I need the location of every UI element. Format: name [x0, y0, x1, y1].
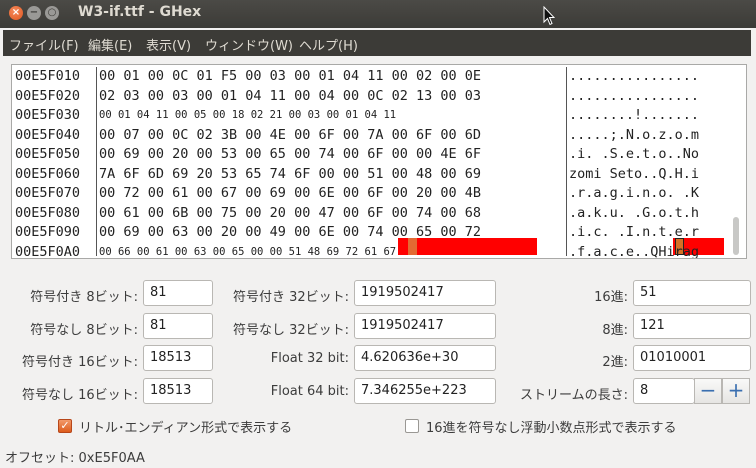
unsigned-32bit-field[interactable]: 1919502417 — [354, 313, 496, 339]
signed-32bit-field[interactable]: 1919502417 — [354, 280, 496, 306]
ascii-row[interactable]: ................ — [567, 67, 727, 87]
octal-label: 8進: — [602, 323, 628, 338]
unsigned-8bit-field[interactable]: 81 — [143, 313, 213, 339]
unsigned-8bit-label: 符号なし 8ビット: — [30, 323, 138, 338]
ascii-row[interactable]: .a.k.u. .G.o.t.h — [567, 204, 727, 224]
hex-row[interactable]: 00 07 00 0C 02 3B 00 4E 00 6F 00 7A 00 6… — [97, 126, 566, 146]
unsigned-32bit-label: 符号なし 32ビット: — [232, 323, 349, 338]
hex-row[interactable]: 7A 6F 6D 69 20 53 65 74 6F 00 00 51 00 4… — [97, 165, 566, 185]
offset-cell: 00E5F090 — [15, 224, 81, 240]
ascii-row[interactable]: zomi Seto..Q.H.i — [567, 165, 727, 185]
unsigned-16bit-field[interactable]: 18513 — [143, 378, 213, 404]
hex-label: 16進: — [594, 290, 628, 305]
offset-cell: 00E5F080 — [15, 204, 81, 221]
ascii-row[interactable]: ........!....... — [567, 106, 727, 126]
stream-length-label: ストリームの長さ: — [520, 388, 628, 403]
ascii-row[interactable]: ................ — [567, 87, 727, 107]
unsigned-hex-float-label[interactable]: 16進を符号なし浮動小数点形式で表示する — [426, 417, 677, 436]
stream-length-field[interactable]: 8 — [633, 378, 695, 404]
hex-row[interactable]: 00 69 00 20 00 53 00 65 00 74 00 6F 00 0… — [97, 145, 566, 165]
offset-cell: 00E5F010 — [15, 68, 81, 84]
ascii-column[interactable]: ................ ................ ......… — [567, 67, 727, 258]
hex-row[interactable]: 00 01 00 0C 01 F5 00 03 00 01 04 11 00 0… — [97, 67, 566, 87]
octal-field[interactable]: 121 — [633, 313, 751, 339]
menu-file[interactable]: ファイル(F) — [9, 35, 79, 54]
little-endian-checkbox[interactable]: ✓ — [58, 419, 72, 433]
hex-row[interactable]: 02 03 00 03 00 01 04 11 00 04 00 0C 02 1… — [97, 87, 566, 107]
vertical-scrollbar[interactable] — [731, 67, 742, 256]
ascii-row[interactable]: .i. .S.e.t.o..No — [567, 145, 727, 165]
hex-row[interactable]: 00 01 04 11 00 05 00 18 02 21 00 03 00 0… — [97, 106, 566, 126]
offset-cell: 00E5F030 — [15, 107, 81, 123]
float32-label: Float 32 bit: — [270, 351, 349, 366]
float32-field[interactable]: 4.620636e+30 — [354, 345, 496, 371]
ascii-row[interactable]: .....;.N.o.z.o.m — [567, 126, 727, 146]
menu-bar: ファイル(F) 編集(E) 表示(V) ウィンドウ(W) ヘルプ(H) — [3, 30, 751, 56]
offset-cell: 00E5F020 — [15, 87, 81, 104]
hex-editor-view[interactable]: 00E5F010 00E5F020 00E5F030 00E5F040 00E5… — [11, 64, 747, 259]
offset-column: 00E5F010 00E5F020 00E5F030 00E5F040 00E5… — [12, 67, 97, 258]
signed-32bit-label: 符号付き 32ビット: — [232, 290, 349, 305]
binary-field[interactable]: 01010001 — [633, 345, 751, 371]
menu-window[interactable]: ウィンドウ(W) — [205, 35, 293, 54]
menu-help[interactable]: ヘルプ(H) — [299, 35, 358, 54]
little-endian-label[interactable]: リトル･エンディアン形式で表示する — [79, 417, 292, 436]
maximize-window-icon[interactable]: ○ — [45, 6, 59, 20]
increment-button[interactable]: + — [722, 378, 750, 404]
signed-8bit-field[interactable]: 81 — [143, 280, 213, 306]
mouse-pointer-icon — [543, 6, 555, 26]
ascii-row[interactable]: .f.a.c.e..QHirag — [567, 243, 727, 259]
offset-status: オフセット: 0xE5F0AA — [5, 451, 145, 466]
ascii-row[interactable]: .r.a.g.i.n.o. .K — [567, 184, 727, 204]
menu-edit[interactable]: 編集(E) — [88, 35, 132, 54]
hex-bytes-column[interactable]: 00 01 00 0C 01 F5 00 03 00 01 04 11 00 0… — [97, 67, 567, 258]
signed-16bit-label: 符号付き 16ビット: — [21, 355, 138, 370]
offset-cell: 00E5F040 — [15, 126, 81, 143]
offset-cell: 00E5F060 — [15, 165, 81, 182]
window-titlebar: × − ○ W3-if.ttf - GHex — [0, 0, 756, 28]
offset-cell: 00E5F050 — [15, 146, 81, 162]
hex-row[interactable]: 00 72 00 61 00 67 00 69 00 6E 00 6F 00 2… — [97, 184, 566, 204]
signed-8bit-label: 符号付き 8ビット: — [30, 290, 138, 305]
signed-16bit-field[interactable]: 18513 — [143, 345, 213, 371]
window-title: W3-if.ttf - GHex — [78, 4, 202, 20]
hex-row[interactable]: 00 69 00 63 00 20 00 49 00 6E 00 74 00 6… — [97, 223, 566, 243]
offset-cell: 00E5F070 — [15, 185, 81, 201]
float64-label: Float 64 bit: — [270, 384, 349, 399]
offset-cell: 00E5F0A0 — [15, 243, 81, 259]
unsigned-hex-float-checkbox[interactable] — [405, 419, 419, 433]
hex-field[interactable]: 51 — [633, 280, 751, 306]
float64-field[interactable]: 7.346255e+223 — [354, 378, 496, 404]
unsigned-16bit-label: 符号なし 16ビット: — [21, 388, 138, 403]
close-window-icon[interactable]: × — [9, 6, 23, 20]
decrement-button[interactable]: − — [694, 378, 722, 404]
menu-view[interactable]: 表示(V) — [146, 35, 191, 54]
scrollbar-thumb[interactable] — [733, 217, 739, 255]
ascii-row[interactable]: .i.c. .I.n.t.e.r — [567, 223, 727, 243]
binary-label: 2進: — [602, 355, 628, 370]
minimize-window-icon[interactable]: − — [27, 6, 41, 20]
hex-row[interactable]: 00 66 00 61 00 63 00 65 00 00 51 48 69 7… — [97, 243, 566, 259]
hex-row[interactable]: 00 61 00 6B 00 75 00 20 00 47 00 6F 00 7… — [97, 204, 566, 224]
